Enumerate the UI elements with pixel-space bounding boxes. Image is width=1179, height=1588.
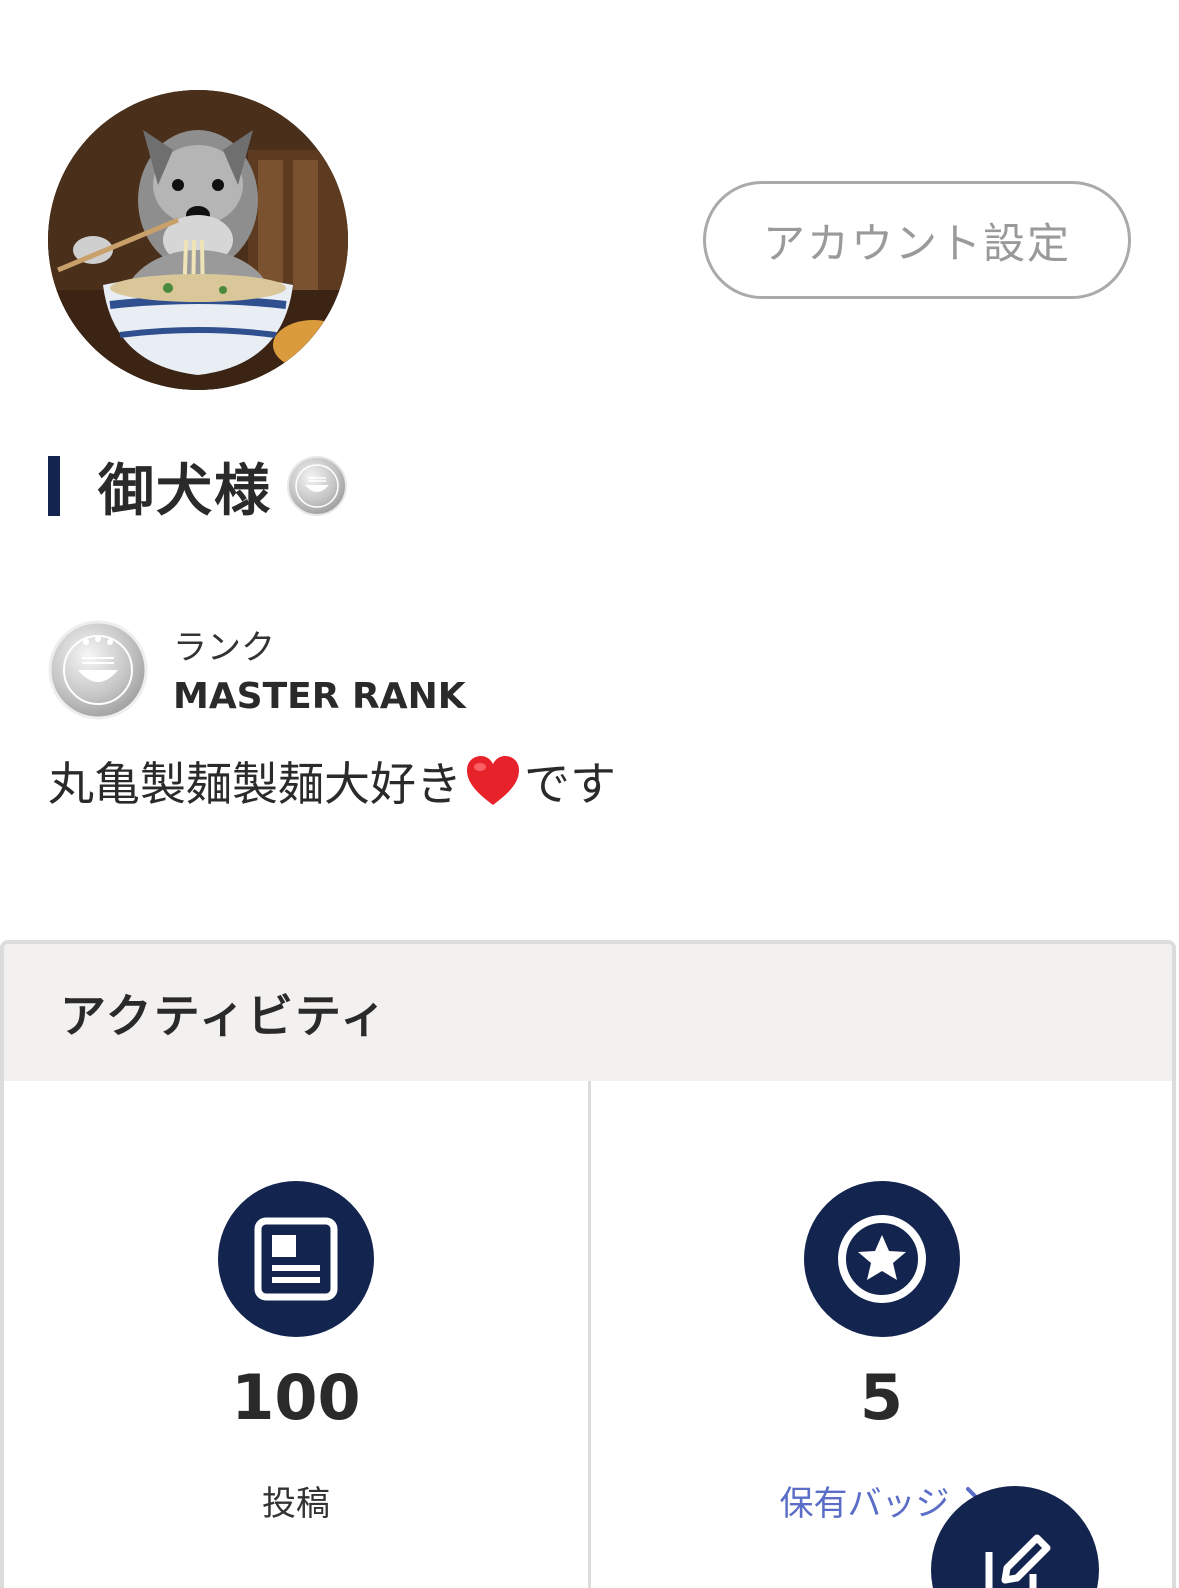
account-settings-button[interactable]: アカウント設定 xyxy=(703,181,1131,299)
badges-count: 5 xyxy=(859,1361,904,1434)
bio-text-after: です xyxy=(524,757,616,811)
master-rank-badge-icon xyxy=(48,620,148,720)
display-name: 御犬様 xyxy=(98,458,272,524)
rank-value: MASTER RANK xyxy=(173,676,466,717)
rank-label: ランク xyxy=(173,628,275,668)
dog-eating-udon-image xyxy=(48,90,348,390)
badges-stat[interactable]: 5 保有バッジ xyxy=(588,1081,1172,1588)
posts-stat[interactable]: 100 投稿 xyxy=(4,1081,588,1588)
name-accent-bar xyxy=(48,456,60,516)
bio-text-before: 丸亀製麺製麺大好き xyxy=(48,757,462,811)
profile-bio: 丸亀製麺製麺大好き です xyxy=(48,748,616,814)
star-badge-icon xyxy=(803,1181,960,1337)
edit-icon xyxy=(985,1534,1051,1588)
profile-page: アカウント設定 御犬様 ランク MASTER RANK 丸亀製麺製麺大好き です… xyxy=(0,0,1179,1588)
profile-name-row: 御犬様 xyxy=(48,455,348,524)
activity-header: アクティビティ xyxy=(4,944,1172,1081)
owned-badges-label: 保有バッジ xyxy=(779,1484,950,1524)
badges-link-row: 保有バッジ xyxy=(591,1476,1172,1525)
article-icon xyxy=(218,1181,374,1337)
posts-label: 投稿 xyxy=(262,1484,330,1524)
red-heart-icon xyxy=(467,756,519,805)
master-rank-small-badge-icon xyxy=(287,456,347,516)
avatar[interactable] xyxy=(48,90,348,390)
posts-count: 100 xyxy=(231,1361,361,1434)
